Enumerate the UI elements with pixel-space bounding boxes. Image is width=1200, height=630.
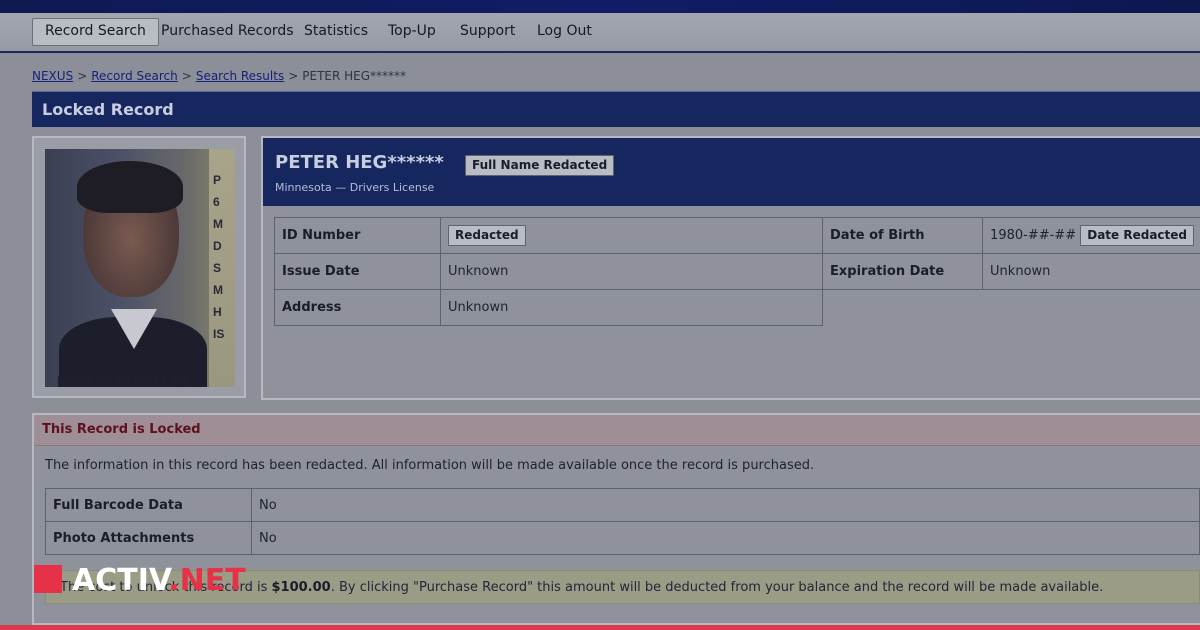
locked-info-text: The information in this record has been … <box>45 458 815 473</box>
feature-label: Photo Attachments <box>45 521 252 555</box>
breadcrumb-separator: > <box>77 69 88 83</box>
record-header: PETER HEG****** Full Name Redacted Minne… <box>263 138 1200 206</box>
field-label: Address <box>274 289 441 326</box>
breadcrumb-record-search[interactable]: Record Search <box>91 69 178 83</box>
table-row: Issue Date Unknown <box>274 253 823 290</box>
table-row: Address Unknown <box>274 289 823 326</box>
date-redacted-badge: Date Redacted <box>1080 225 1194 246</box>
photo-strip-text: P 6 M D S M H IS <box>213 173 225 341</box>
nav-top-up[interactable]: Top-Up <box>376 18 448 44</box>
locked-title: This Record is Locked <box>42 422 201 437</box>
record-fields-right: Date of Birth 1980-##-## Date Redacted E… <box>821 217 1200 290</box>
license-photo-frame: P 6 M D S M H IS N6541016657114 <box>32 136 246 398</box>
license-photo: P 6 M D S M H IS N6541016657114 <box>45 149 235 387</box>
feature-table: Full Barcode Data No Photo Attachments N… <box>45 488 1200 555</box>
field-value: Unknown <box>440 289 823 326</box>
field-value: Unknown <box>982 253 1200 290</box>
locked-header: This Record is Locked <box>34 415 1200 446</box>
section-title: Locked Record <box>42 100 174 119</box>
main-nav: Record Search Purchased Records Statisti… <box>0 13 1200 53</box>
photo-hair <box>77 161 183 213</box>
id-redacted-badge: Redacted <box>448 225 526 246</box>
breadcrumb-current: PETER HEG****** <box>302 69 407 83</box>
nav-record-search[interactable]: Record Search <box>32 18 159 46</box>
record-name: PETER HEG****** <box>275 152 444 173</box>
dob-value: 1980-##-## <box>990 228 1077 243</box>
table-row: Photo Attachments No <box>45 521 1200 555</box>
logo-text: ACTIV.NET <box>72 563 246 598</box>
nav-log-out[interactable]: Log Out <box>525 18 604 44</box>
field-label: Date of Birth <box>821 217 984 254</box>
feature-value: No <box>251 521 1200 555</box>
record-subtitle: Minnesota — Drivers License <box>275 181 435 194</box>
field-label: ID Number <box>274 217 441 254</box>
breadcrumb-separator: > <box>181 69 192 83</box>
name-redacted-badge: Full Name Redacted <box>465 155 615 176</box>
field-label: Expiration Date <box>821 253 984 290</box>
top-banner <box>0 0 1200 13</box>
breadcrumb-separator: > <box>288 69 299 83</box>
breadcrumb: NEXUS > Record Search > Search Results > PETER… <box>32 69 406 83</box>
field-value: Unknown <box>440 253 823 290</box>
bottom-accent-line <box>0 625 1200 630</box>
price-amount: $100.00 <box>271 580 331 595</box>
logo-square-icon <box>34 565 62 593</box>
breadcrumb-search-results[interactable]: Search Results <box>196 69 284 83</box>
feature-value: No <box>251 488 1200 522</box>
nav-support[interactable]: Support <box>448 18 527 44</box>
table-row: Full Barcode Data No <box>45 488 1200 522</box>
section-header: Locked Record <box>32 91 1200 127</box>
field-label: Issue Date <box>274 253 441 290</box>
feature-label: Full Barcode Data <box>45 488 252 522</box>
nav-statistics[interactable]: Statistics <box>292 18 380 44</box>
nav-purchased-records[interactable]: Purchased Records <box>149 18 306 44</box>
photo-serial-number: N6541016657114 <box>57 375 190 387</box>
table-row: ID Number Redacted <box>274 217 823 254</box>
record-detail-panel: PETER HEG****** Full Name Redacted Minne… <box>261 136 1200 400</box>
field-value: Redacted <box>440 217 823 254</box>
table-row: Expiration Date Unknown <box>821 253 1200 290</box>
table-row: Date of Birth 1980-##-## Date Redacted <box>821 217 1200 254</box>
field-value: 1980-##-## Date Redacted <box>982 217 1200 254</box>
record-fields-left: ID Number Redacted Issue Date Unknown Ad… <box>274 217 823 326</box>
breadcrumb-nexus[interactable]: NEXUS <box>32 69 73 83</box>
